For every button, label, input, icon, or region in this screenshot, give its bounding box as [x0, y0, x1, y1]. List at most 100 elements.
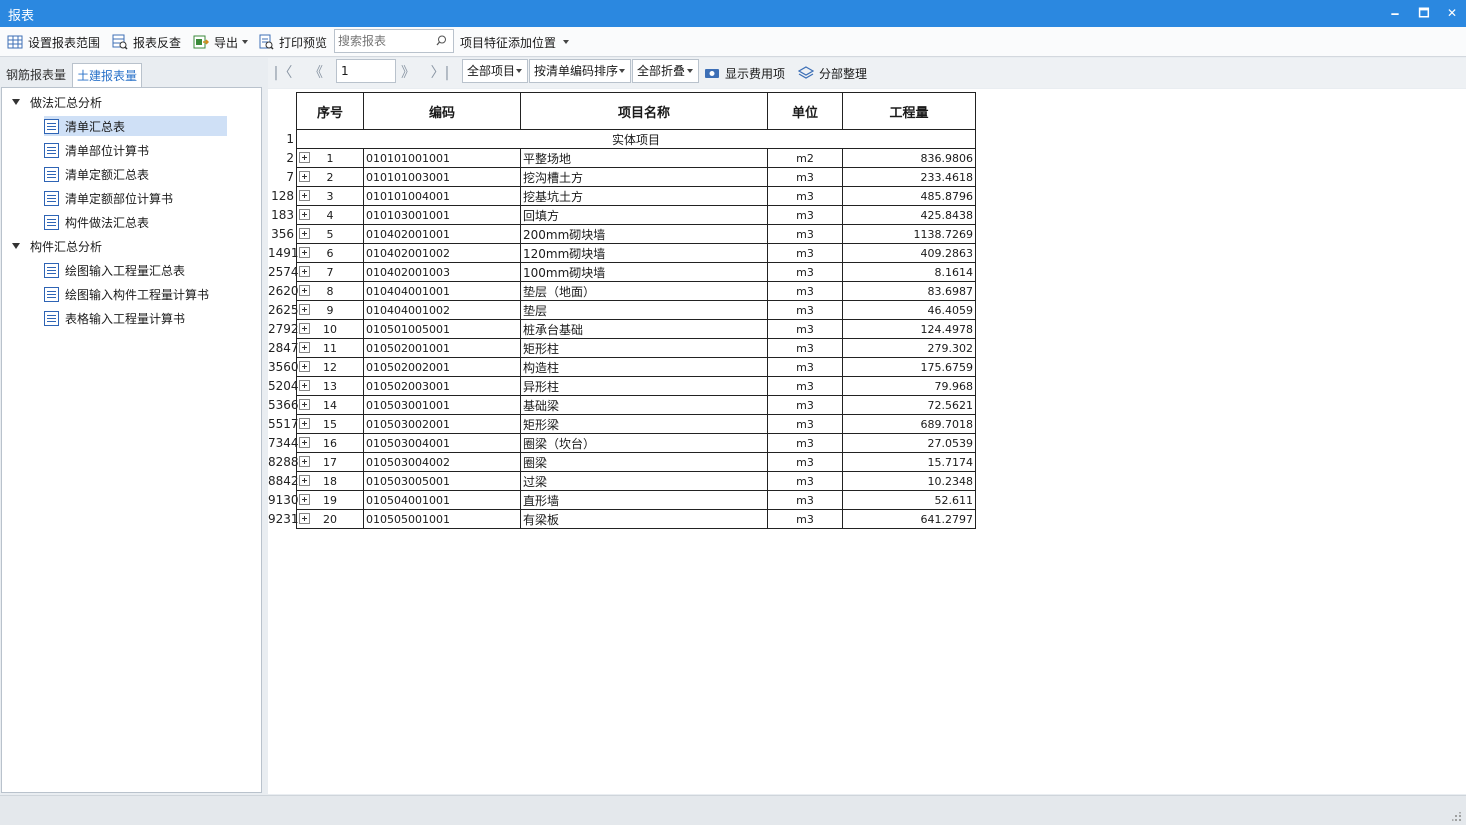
table-row[interactable]: 2 010101003001 挖沟槽土方 m3 233.4618 [296, 167, 976, 187]
last-page-button[interactable]: 〉| [427, 63, 453, 83]
row-serial-cell: 19 [296, 490, 364, 510]
expand-plus-icon[interactable] [299, 475, 310, 486]
row-unit-cell: m3 [767, 452, 843, 472]
row-item-name-cell: 挖沟槽土方 [520, 167, 768, 187]
tree-item-bill-quota-summary[interactable]: 清单定额汇总表 [44, 164, 149, 184]
row-quantity-cell: 233.4618 [842, 167, 976, 187]
table-row[interactable]: 1 010101001001 平整场地 m2 836.9806 [296, 148, 976, 168]
tab-civil-report[interactable]: 土建报表量 [72, 63, 143, 88]
expand-plus-icon[interactable] [299, 171, 310, 182]
feature-position-dropdown[interactable]: 项目特征添加位置 [460, 32, 570, 52]
row-code-cell-text: 010503004001 [366, 436, 450, 450]
row-number: 5366 [268, 398, 299, 412]
row-quantity-cell: 641.2797 [842, 509, 976, 529]
expand-plus-icon[interactable] [299, 437, 310, 448]
tree-group-method-summary[interactable]: 做法汇总分析 [12, 92, 102, 112]
row-code-cell-text: 010503004002 [366, 455, 450, 469]
tree-item-bill-quota-location-calc[interactable]: 清单定额部位计算书 [44, 188, 173, 208]
table-row[interactable]: 10 010501005001 桩承台基础 m3 124.4978 [296, 319, 976, 339]
expand-plus-icon[interactable] [299, 361, 310, 372]
expand-plus-icon[interactable] [299, 399, 310, 410]
page-number-input[interactable]: 1 [336, 59, 396, 83]
expand-plus-icon[interactable] [299, 494, 310, 505]
sort-order-dropdown[interactable]: 按清单编码排序 [529, 59, 631, 83]
minimize-button[interactable]: 🗕 [1381, 2, 1409, 24]
expand-plus-icon[interactable] [299, 513, 310, 524]
table-row[interactable]: 19 010504001001 直形墙 m3 52.611 [296, 490, 976, 510]
table-row[interactable]: 4 010103001001 回填方 m3 425.8438 [296, 205, 976, 225]
row-code-cell: 010502001001 [363, 338, 521, 358]
tab-rebar-report[interactable]: 钢筋报表量 [2, 63, 70, 88]
first-page-button[interactable]: |〈 [270, 63, 296, 83]
expand-plus-icon[interactable] [299, 380, 310, 391]
tree-item-bill-location-calc[interactable]: 清单部位计算书 [44, 140, 149, 160]
row-serial-cell-text: 14 [323, 398, 337, 412]
close-button[interactable]: ✕ [1438, 2, 1466, 24]
tree-item-label: 清单定额部位计算书 [65, 191, 174, 206]
table-row[interactable]: 15 010503002001 矩形梁 m3 689.7018 [296, 414, 976, 434]
row-serial-cell-text: 1 [326, 151, 334, 165]
table-row[interactable]: 13 010502003001 异形柱 m3 79.968 [296, 376, 976, 396]
fold-dropdown[interactable]: 全部折叠 [632, 59, 699, 83]
table-row[interactable]: 6 010402001002 120mm砌块墙 m3 409.2863 [296, 243, 976, 263]
table-row[interactable]: 14 010503001001 基础梁 m3 72.5621 [296, 395, 976, 415]
expand-plus-icon[interactable] [299, 304, 310, 315]
expand-plus-icon[interactable] [299, 190, 310, 201]
table-row[interactable]: 16 010503004001 圈梁（坎台） m3 27.0539 [296, 433, 976, 453]
table-row[interactable]: 20 010505001001 有梁板 m3 641.2797 [296, 509, 976, 529]
expand-plus-icon[interactable] [299, 152, 310, 163]
row-serial-cell: 16 [296, 433, 364, 453]
collapse-triangle-icon[interactable] [12, 99, 20, 105]
export-dropdown[interactable]: 导出 [193, 32, 249, 52]
row-code-cell: 010503001001 [363, 395, 521, 415]
row-serial-cell: 8 [296, 281, 364, 301]
expand-plus-icon[interactable] [299, 228, 310, 239]
expand-plus-icon[interactable] [299, 247, 310, 258]
table-row[interactable]: 12 010502002001 构造柱 m3 175.6759 [296, 357, 976, 377]
table-row[interactable]: 11 010502001001 矩形柱 m3 279.302 [296, 338, 976, 358]
tree-item-component-method-summary[interactable]: 构件做法汇总表 [44, 212, 149, 232]
table-row[interactable]: 9 010404001002 垫层 m3 46.4059 [296, 300, 976, 320]
expand-plus-icon[interactable] [299, 266, 310, 277]
tree-group-component-summary[interactable]: 构件汇总分析 [12, 236, 102, 256]
table-row[interactable]: 17 010503004002 圈梁 m3 15.7174 [296, 452, 976, 472]
row-number: 5204 [268, 379, 299, 393]
maximize-button[interactable]: 🗖 [1410, 2, 1438, 24]
expand-plus-icon[interactable] [299, 342, 310, 353]
expand-plus-icon[interactable] [299, 285, 310, 296]
tree-item-table-input-calc[interactable]: 表格输入工程量计算书 [44, 308, 185, 328]
layers-icon [797, 65, 815, 81]
table-row[interactable]: 18 010503005001 过梁 m3 10.2348 [296, 471, 976, 491]
table-row[interactable]: 5 010402001001 200mm砌块墙 m3 1138.7269 [296, 224, 976, 244]
print-preview-button[interactable]: 打印预览 [258, 32, 327, 52]
row-serial-cell-text: 10 [323, 322, 337, 336]
row-quantity-cell: 836.9806 [842, 148, 976, 168]
table-row[interactable]: 3 010101004001 挖基坑土方 m3 485.8796 [296, 186, 976, 206]
collapse-triangle-icon[interactable] [12, 243, 20, 249]
expand-plus-icon[interactable] [299, 323, 310, 334]
tree-item-drawing-input-summary[interactable]: 绘图输入工程量汇总表 [44, 260, 185, 280]
row-code-cell-text: 010404001001 [366, 284, 450, 298]
row-item-name-cell-text: 120mm砌块墙 [523, 246, 606, 261]
table-row[interactable]: 8 010404001001 垫层（地面） m3 83.6987 [296, 281, 976, 301]
show-cost-items-button[interactable]: 显示费用项 [704, 63, 785, 83]
next-page-button[interactable]: 》 [395, 63, 421, 83]
row-code-cell-text: 010404001002 [366, 303, 450, 317]
table-row[interactable]: 7 010402001003 100mm砌块墙 m3 8.1614 [296, 262, 976, 282]
section-organize-button[interactable]: 分部整理 [797, 63, 867, 83]
project-filter-dropdown[interactable]: 全部项目 [462, 59, 528, 83]
search-icon[interactable] [436, 35, 447, 46]
export-label: 导出 [214, 35, 239, 50]
expand-plus-icon[interactable] [299, 209, 310, 220]
prev-page-button[interactable]: 《 [303, 63, 329, 83]
tree-item-drawing-input-component-calc[interactable]: 绘图输入构件工程量计算书 [44, 284, 209, 304]
resize-grip-icon[interactable] [1452, 811, 1462, 821]
tree-item-label: 清单汇总表 [65, 119, 126, 134]
row-code-cell: 010402001002 [363, 243, 521, 263]
report-reverse-check-button[interactable]: 报表反查 [112, 32, 181, 52]
report-search-input[interactable] [335, 30, 431, 52]
tree-item-bill-summary[interactable]: 清单汇总表 [44, 116, 227, 136]
set-report-range-button[interactable]: 设置报表范围 [7, 32, 100, 52]
expand-plus-icon[interactable] [299, 418, 310, 429]
expand-plus-icon[interactable] [299, 456, 310, 467]
